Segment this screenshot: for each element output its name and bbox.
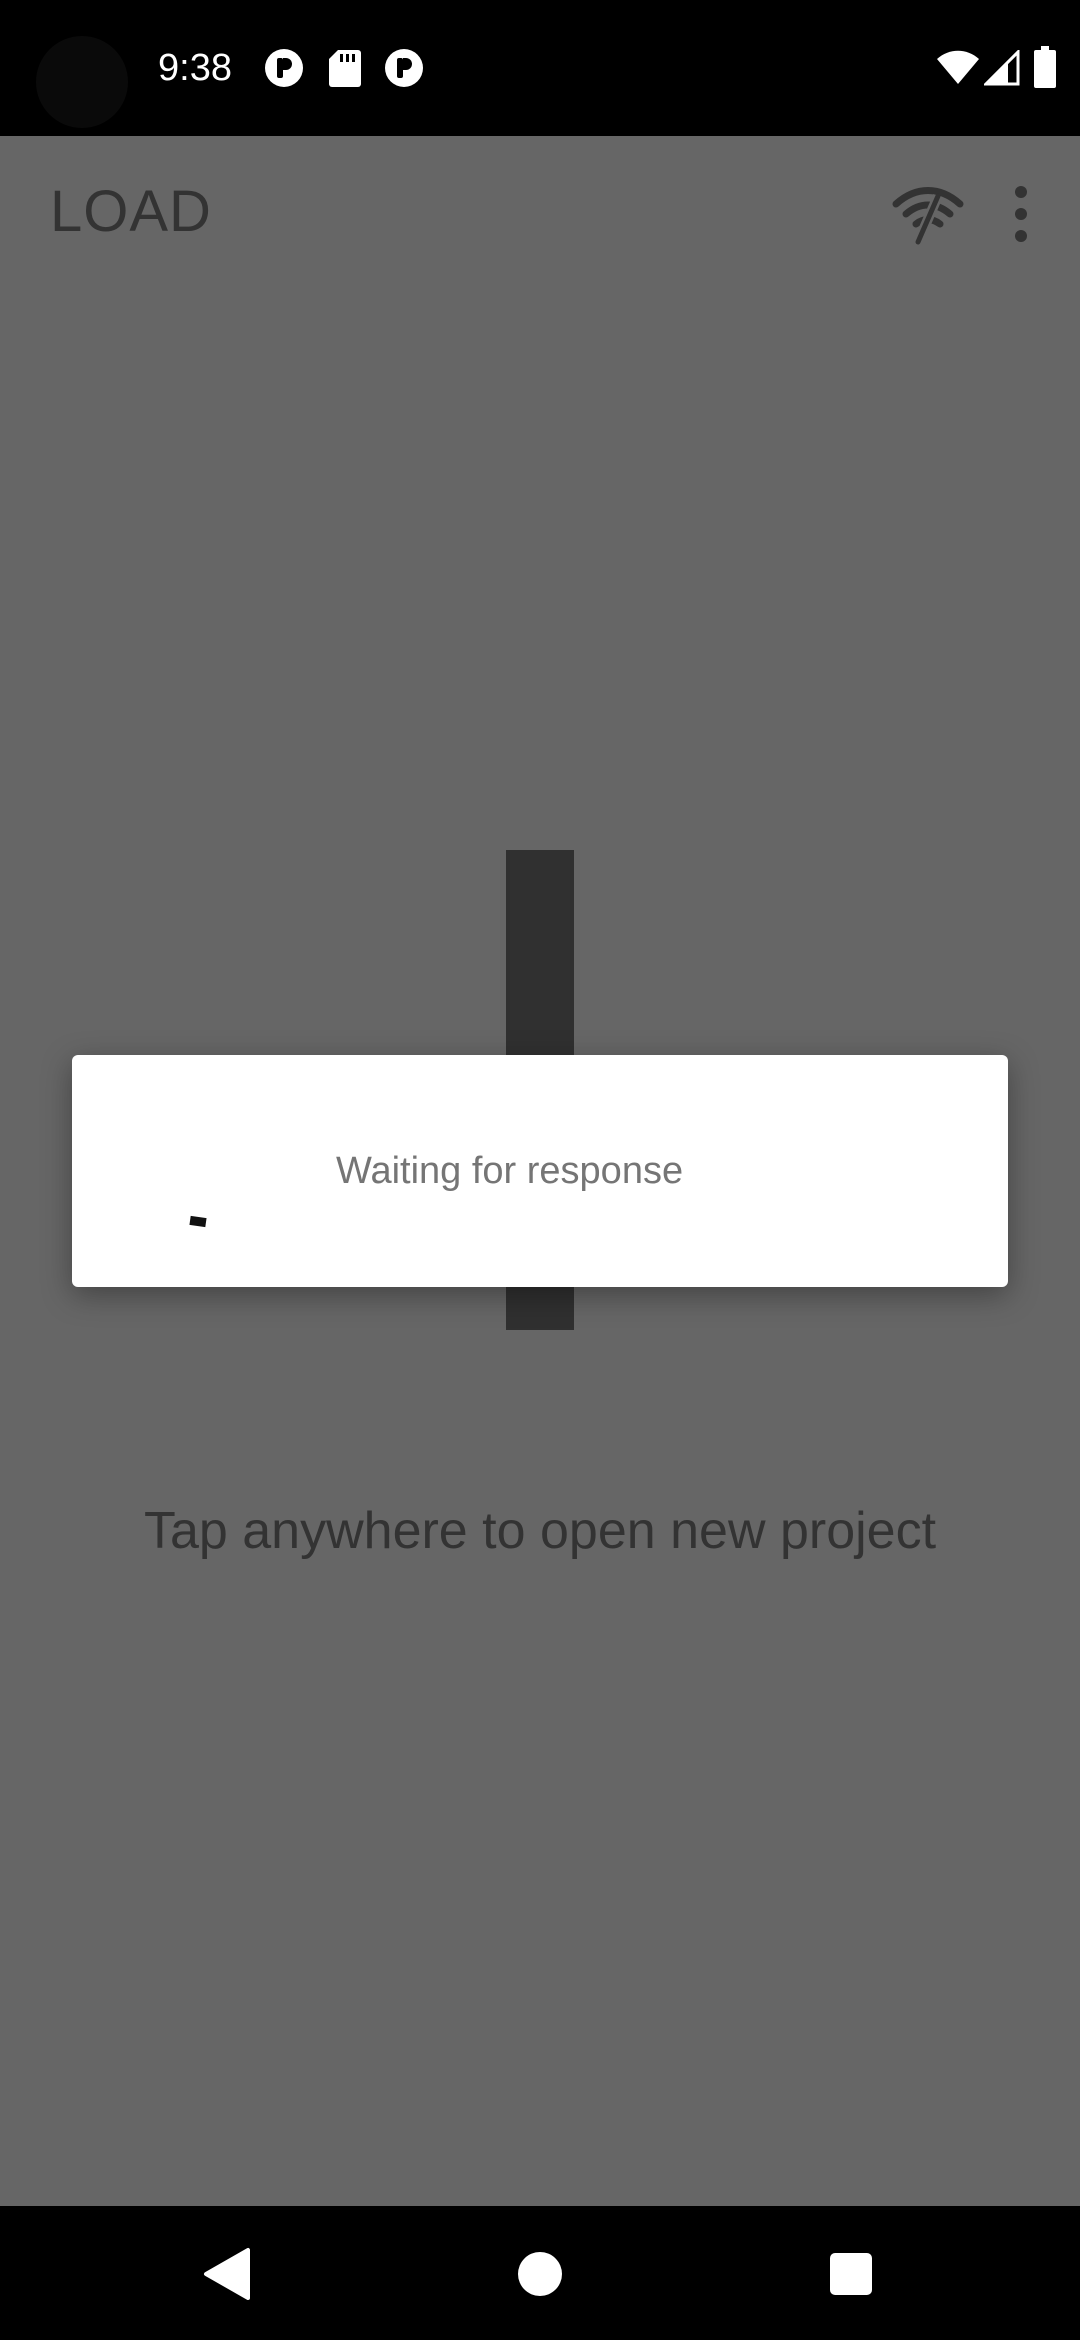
progress-spinner [189,1215,207,1228]
open-project-hint[interactable]: Tap anywhere to open new project [0,1498,1080,1564]
recents-icon[interactable] [830,2253,872,2295]
wifi-off-icon[interactable] [892,182,964,246]
notification-p-icon [385,49,423,87]
app-bar: LOAD [0,136,1080,288]
status-time: 9:38 [158,47,232,89]
more-vert-icon[interactable] [1000,182,1042,246]
dialog-message: Waiting for response [336,1150,684,1192]
screen[interactable]: 9:38 LOAD Tap anywhere to open new proje… [0,0,1080,2340]
battery-icon [1034,46,1056,88]
home-icon[interactable] [518,2252,562,2296]
back-icon[interactable] [202,2246,252,2302]
status-bar: 9:38 [0,0,1080,136]
waiting-dialog: Waiting for response [72,1055,1008,1287]
notification-p-icon [265,49,303,87]
sd-card-icon [329,50,361,87]
cell-signal-icon [984,50,1020,86]
navigation-bar [0,2206,1080,2340]
camera-cutout [36,36,128,128]
wifi-icon [937,50,979,84]
app-title: LOAD [50,179,212,244]
